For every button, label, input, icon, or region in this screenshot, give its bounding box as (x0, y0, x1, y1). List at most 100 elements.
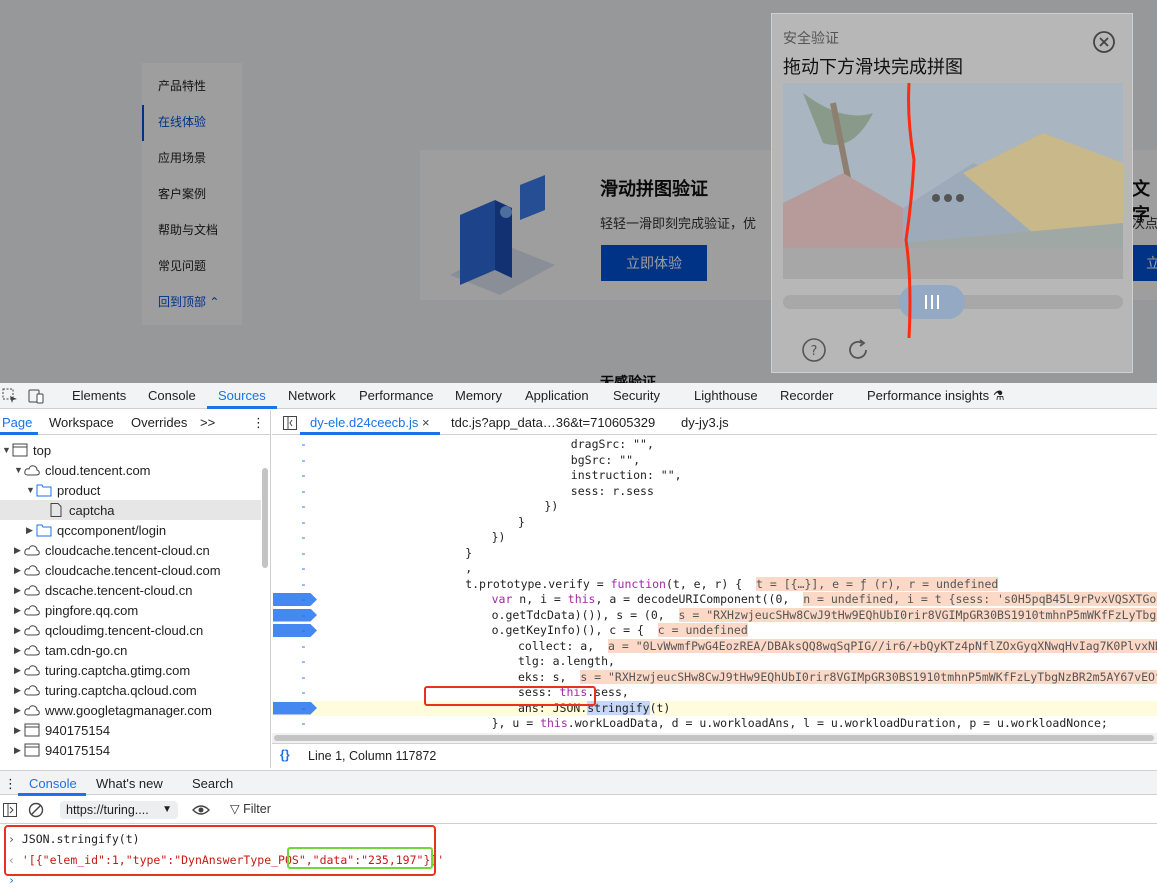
triangle-down-icon[interactable]: ▼ (26, 485, 36, 495)
code-line[interactable]: - ans: JSON.stringify(t) (272, 700, 1157, 716)
drawer-tab-console[interactable]: Console (29, 776, 77, 791)
tab-application[interactable]: Application (525, 388, 589, 403)
puzzle-background-image (783, 83, 1123, 279)
editor-tab-tdc[interactable]: tdc.js?app_data…36&t=710605329 (451, 415, 655, 430)
toggle-navigator-icon[interactable] (282, 415, 298, 431)
sidebar-toggle-icon[interactable] (2, 802, 18, 818)
eye-icon[interactable] (192, 803, 210, 817)
code-line[interactable]: - u.runWorkload && (c.pow_answer = null !… (272, 732, 1157, 733)
editor-horizontal-scrollbar[interactable] (272, 733, 1157, 743)
code-line[interactable]: - sess: r.sess (272, 484, 1157, 500)
triangle-right-icon[interactable]: ▶ (14, 545, 24, 556)
code-line[interactable]: - tlg: a.length, (272, 654, 1157, 670)
triangle-right-icon[interactable]: ▶ (14, 645, 24, 656)
triangle-right-icon[interactable]: ▶ (14, 585, 24, 596)
tab-page[interactable]: Page (2, 415, 32, 430)
code-line[interactable]: -}, u = this.workLoadData, d = u.workloa… (272, 716, 1157, 732)
triangle-right-icon[interactable]: ▶ (14, 745, 24, 756)
tree-item[interactable]: ▶ pingfore.qq.com (0, 600, 261, 620)
code-line[interactable]: -}) (272, 499, 1157, 515)
cloud-icon (24, 565, 40, 576)
context-selector[interactable]: https://turing.... ▼ (60, 801, 178, 819)
code-line[interactable]: - t.prototype.verify = function(t, e, r) … (272, 576, 1157, 593)
triangle-right-icon[interactable]: ▶ (14, 665, 24, 676)
triangle-right-icon[interactable]: ▶ (14, 705, 24, 716)
drawer-tab-whats-new[interactable]: What's new (96, 776, 163, 791)
editor-tab-dy-ele[interactable]: dy-ele.d24ceecb.js × (310, 415, 430, 430)
refresh-icon[interactable] (845, 337, 871, 363)
device-toolbar-icon[interactable] (28, 388, 44, 404)
window-icon (12, 443, 28, 457)
editor-tab-dy-jy3[interactable]: dy-jy3.js (681, 415, 729, 430)
code-line[interactable]: - dragSrc: "", (272, 437, 1157, 453)
tab-sources[interactable]: Sources (218, 388, 266, 403)
tree-item[interactable]: ▶ turing.captcha.qcloud.com (0, 680, 261, 700)
code-text: } (518, 515, 525, 531)
tab-memory[interactable]: Memory (455, 388, 502, 403)
tree-item[interactable]: ▶ qccomponent/login (0, 520, 261, 540)
tab-console[interactable]: Console (148, 388, 196, 403)
tab-elements[interactable]: Elements (72, 388, 126, 403)
tab-network[interactable]: Network (288, 388, 336, 403)
tab-performance[interactable]: Performance (359, 388, 433, 403)
tree-item[interactable]: ▶ www.googletagmanager.com (0, 700, 261, 720)
tree-item[interactable]: captcha (0, 500, 261, 520)
code-line[interactable]: - o.getTdcData)()), s = (0, s = "RXHzwjeu… (272, 607, 1157, 624)
tree-item[interactable]: ▶ dscache.tencent-cloud.cn (0, 580, 261, 600)
drawer-tab-search[interactable]: Search (192, 776, 233, 791)
help-icon[interactable]: ? (801, 337, 827, 363)
tree-item[interactable]: ▶ 940175154 (0, 740, 261, 760)
tree-item[interactable]: ▶ cloudcache.tencent-cloud.com (0, 560, 261, 580)
tree-item[interactable]: ▶ 940175154 (0, 720, 261, 740)
slider-handle[interactable] (899, 285, 965, 319)
inspect-element-icon[interactable] (2, 388, 18, 404)
drawer-menu-icon[interactable]: ⋮ (4, 776, 17, 792)
code-line[interactable]: - instruction: "", (272, 468, 1157, 484)
triangle-right-icon[interactable]: ▶ (14, 605, 24, 616)
triangle-down-icon[interactable]: ▼ (2, 445, 12, 455)
code-line[interactable]: - var n, i = this, a = decodeURIComponent… (272, 592, 1157, 608)
tree-item[interactable]: ▼ top (0, 440, 261, 460)
breakpoint-marker[interactable] (273, 701, 317, 715)
close-tab-icon[interactable]: × (422, 415, 430, 430)
triangle-right-icon[interactable]: ▶ (14, 685, 24, 696)
triangle-right-icon[interactable]: ▶ (14, 565, 24, 576)
close-icon[interactable] (1092, 30, 1116, 54)
tree-item[interactable]: ▼ product (0, 480, 261, 500)
console-filter[interactable]: ▽ Filter (230, 801, 271, 816)
code-line[interactable]: - eks: s, s = "RXHzwjeucSHw8CwJ9tHw9EQhUb… (272, 669, 1157, 686)
triangle-right-icon[interactable]: ▶ (14, 725, 24, 736)
triangle-right-icon[interactable]: ▶ (14, 625, 24, 636)
code-line[interactable]: - o.getKeyInfo)(), c = { c = undefined (272, 623, 1157, 639)
tab-performance-insights[interactable]: Performance insights ⚗ (867, 388, 1004, 404)
tree-scrollbar[interactable] (262, 468, 268, 568)
clear-console-icon[interactable] (28, 802, 44, 818)
code-line[interactable]: -, (272, 561, 1157, 577)
tab-lighthouse[interactable]: Lighthouse (694, 388, 758, 403)
tree-item[interactable]: ▼ cloud.tencent.com (0, 460, 261, 480)
code-line[interactable]: -} (272, 546, 1157, 562)
pretty-print-icon[interactable]: {} (280, 748, 290, 762)
code-line[interactable]: - collect: a, a = "0LvWwmfPwG4EozREA/DBAk… (272, 638, 1157, 655)
tab-overrides[interactable]: Overrides (131, 415, 187, 430)
code-line[interactable]: - sess: this.sess, (272, 685, 1157, 701)
breakpoint-marker[interactable] (273, 608, 317, 622)
triangle-right-icon[interactable]: ▶ (26, 525, 36, 536)
more-tabs-chevron-icon[interactable]: >> (200, 415, 215, 430)
breakpoint-marker[interactable] (273, 593, 317, 606)
code-view[interactable]: - dragSrc: "", - bgSrc: "", - instruction: ""… (272, 436, 1157, 732)
tab-security[interactable]: Security (613, 388, 660, 403)
breakpoint-marker[interactable] (273, 624, 317, 637)
tree-item[interactable]: ▶ turing.captcha.gtimg.com (0, 660, 261, 680)
code-line[interactable]: -}) (272, 530, 1157, 546)
tab-recorder[interactable]: Recorder (780, 388, 833, 403)
tree-item[interactable]: ▶ qcloudimg.tencent-cloud.cn (0, 620, 261, 640)
tree-item[interactable]: ▶ tam.cdn-go.cn (0, 640, 261, 660)
tab-workspace[interactable]: Workspace (49, 415, 114, 430)
tree-item[interactable]: ▶ cloudcache.tencent-cloud.cn (0, 540, 261, 560)
tree-item-label: tam.cdn-go.cn (45, 642, 128, 658)
code-line[interactable]: - bgSrc: "", (272, 453, 1157, 469)
triangle-down-icon[interactable]: ▼ (14, 465, 24, 475)
code-line[interactable]: -} (272, 515, 1157, 531)
kebab-menu-icon[interactable]: ⋮ (252, 415, 265, 431)
